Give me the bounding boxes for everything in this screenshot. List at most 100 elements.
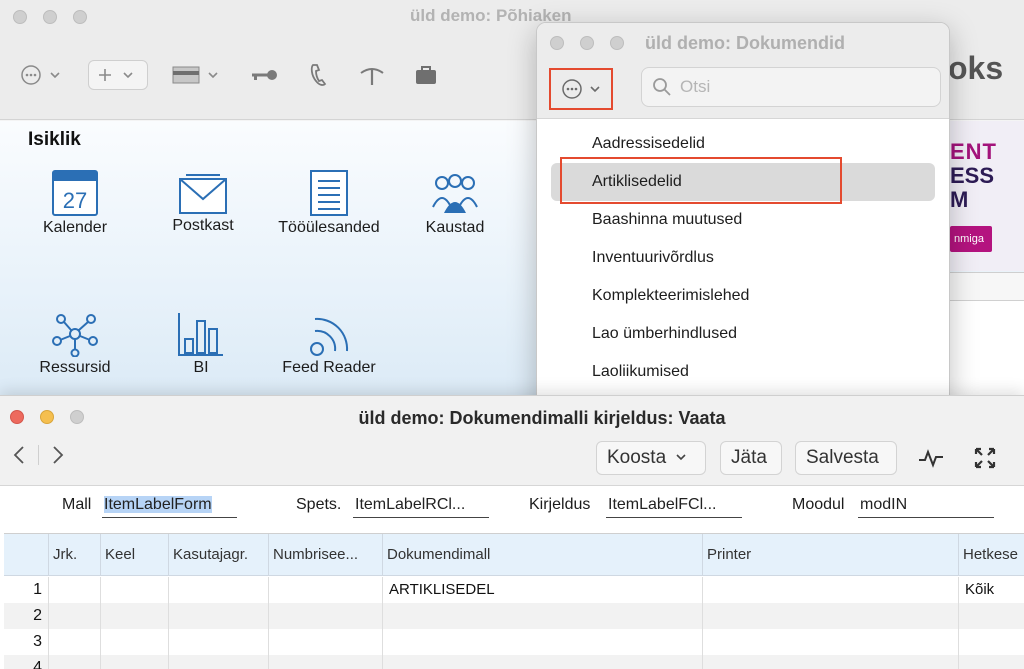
cell-jrk[interactable]: [48, 577, 100, 603]
minimize-button[interactable]: [43, 10, 57, 24]
documents-more-menu-button[interactable]: [549, 68, 613, 110]
cell-numbrisee[interactable]: [268, 603, 382, 629]
column-header-printer[interactable]: Printer: [702, 534, 958, 576]
desktop-icon-kalender[interactable]: 27 Kalender: [20, 169, 130, 237]
detail-window: üld demo: Dokumendimalli kirjeldus: Vaat…: [0, 395, 1024, 669]
forward-chevron-icon[interactable]: [51, 444, 65, 466]
table-row[interactable]: 1 ARTIKLISEDEL Kõik: [4, 577, 1024, 603]
column-header-kasutajagr[interactable]: Kasutajagr.: [168, 534, 268, 576]
kirjeldus-label: Kirjeldus: [529, 496, 591, 513]
cell-keel[interactable]: [100, 577, 168, 603]
cell-hetkese[interactable]: [958, 655, 1024, 669]
documents-window: üld demo: Dokumendid Aadressisedelid Art…: [536, 22, 950, 422]
people-folder-icon: [432, 174, 478, 213]
spets-field[interactable]: ItemLabelRCl...: [353, 496, 489, 518]
column-header-hetkese[interactable]: Hetkese: [958, 534, 1024, 576]
template-grid: Jrk. Keel Kasutajagr. Numbrisee... Dokum…: [4, 533, 1024, 669]
antenna-icon: [360, 68, 384, 85]
row-number: 3: [33, 633, 42, 650]
phone-button[interactable]: [308, 60, 328, 90]
desktop-icon-tooulesanded[interactable]: Tööülesanded: [274, 169, 384, 237]
minimize-button[interactable]: [580, 36, 594, 50]
briefcase-button[interactable]: [414, 60, 438, 90]
moodul-label: Moodul: [792, 496, 845, 513]
cell-numbrisee[interactable]: [268, 577, 382, 603]
table-row[interactable]: 4: [4, 655, 1024, 669]
row-number: 1: [33, 581, 42, 598]
document-item-selected[interactable]: Artiklisedelid: [551, 163, 935, 201]
cell-kasutajagr[interactable]: [168, 655, 268, 669]
cell-hetkese[interactable]: Kõik: [958, 577, 1024, 603]
cell-kasutajagr[interactable]: [168, 603, 268, 629]
moodul-field[interactable]: modIN: [858, 496, 994, 518]
antenna-button[interactable]: [358, 60, 386, 90]
promo-line: ESS: [950, 163, 995, 188]
column-header-keel[interactable]: Keel: [100, 534, 168, 576]
right-side-panel: [950, 272, 1024, 402]
cell-dokumendimall[interactable]: ARTIKLISEDEL: [382, 577, 702, 603]
desktop-icon-bi[interactable]: BI: [146, 311, 256, 377]
cell-keel[interactable]: [100, 655, 168, 669]
promo-banner[interactable]: ENT ESS M nmiga: [950, 121, 1024, 271]
cell-kasutajagr[interactable]: [168, 577, 268, 603]
ellipsis-circle-icon: [562, 79, 582, 99]
activity-button[interactable]: [918, 446, 944, 470]
cell-printer[interactable]: [702, 655, 958, 669]
cell-printer[interactable]: [702, 629, 958, 655]
close-button[interactable]: [13, 10, 27, 24]
cell-keel[interactable]: [100, 629, 168, 655]
key-button[interactable]: [250, 60, 278, 90]
desktop-icon-ressursid[interactable]: Ressursid: [20, 311, 130, 377]
cell-dokumendimall[interactable]: [382, 655, 702, 669]
koosta-dropdown-button[interactable]: Koosta: [596, 441, 706, 475]
document-item[interactable]: Aadressisedelid: [551, 125, 935, 163]
koosta-label: Koosta: [607, 447, 667, 468]
cell-hetkese[interactable]: [958, 629, 1024, 655]
document-item[interactable]: Inventuurivõrdlus: [551, 239, 935, 277]
cell-kasutajagr[interactable]: [168, 629, 268, 655]
document-item[interactable]: Laoliikumised: [551, 353, 935, 391]
rss-feed-icon: [310, 317, 349, 356]
promo-button[interactable]: nmiga: [950, 226, 992, 252]
cell-jrk[interactable]: [48, 629, 100, 655]
documents-search-box[interactable]: [641, 67, 941, 107]
desktop-icon-label: BI: [193, 359, 209, 376]
cell-jrk[interactable]: [48, 655, 100, 669]
cell-printer[interactable]: [702, 603, 958, 629]
cell-keel[interactable]: [100, 603, 168, 629]
cell-dokumendimall[interactable]: [382, 629, 702, 655]
fullscreen-button[interactable]: [972, 446, 998, 470]
salvesta-button[interactable]: Salvesta: [795, 441, 897, 475]
documents-search-input[interactable]: [680, 77, 910, 97]
zoom-button[interactable]: [610, 36, 624, 50]
card-menu-button[interactable]: [172, 60, 220, 90]
close-button[interactable]: [550, 36, 564, 50]
zoom-button[interactable]: [73, 10, 87, 24]
desktop-icon-postkast[interactable]: Postkast: [148, 171, 258, 235]
document-item[interactable]: Lao ümberhindlused: [551, 315, 935, 353]
column-header-jrk[interactable]: Jrk.: [48, 534, 100, 576]
table-row[interactable]: 2: [4, 603, 1024, 629]
desktop-icon-kaustad[interactable]: Kaustad: [400, 173, 510, 237]
cell-hetkese[interactable]: [958, 603, 1024, 629]
more-menu-button[interactable]: [20, 60, 62, 90]
document-item[interactable]: Komplekteerimislehed: [551, 277, 935, 315]
desktop-icon-feed-reader[interactable]: Feed Reader: [274, 311, 384, 377]
cell-printer[interactable]: [702, 577, 958, 603]
column-header-dokumendimall[interactable]: Dokumendimall: [382, 534, 702, 576]
kirjeldus-field[interactable]: ItemLabelFCl...: [606, 496, 742, 518]
document-item[interactable]: Baashinna muutused: [551, 201, 935, 239]
desktop-icon-label: Kalender: [42, 219, 108, 236]
add-menu-button[interactable]: [88, 60, 148, 90]
desktop-icon-label: Kaustad: [425, 219, 485, 236]
key-icon: [252, 70, 277, 80]
mall-field[interactable]: ItemLabelForm: [102, 496, 237, 518]
cell-numbrisee[interactable]: [268, 629, 382, 655]
back-chevron-icon[interactable]: [12, 444, 26, 466]
cell-dokumendimall[interactable]: [382, 603, 702, 629]
cell-numbrisee[interactable]: [268, 655, 382, 669]
column-header-numbrisee[interactable]: Numbrisee...: [268, 534, 382, 576]
cell-jrk[interactable]: [48, 603, 100, 629]
jata-button[interactable]: Jäta: [720, 441, 782, 475]
table-row[interactable]: 3: [4, 629, 1024, 655]
